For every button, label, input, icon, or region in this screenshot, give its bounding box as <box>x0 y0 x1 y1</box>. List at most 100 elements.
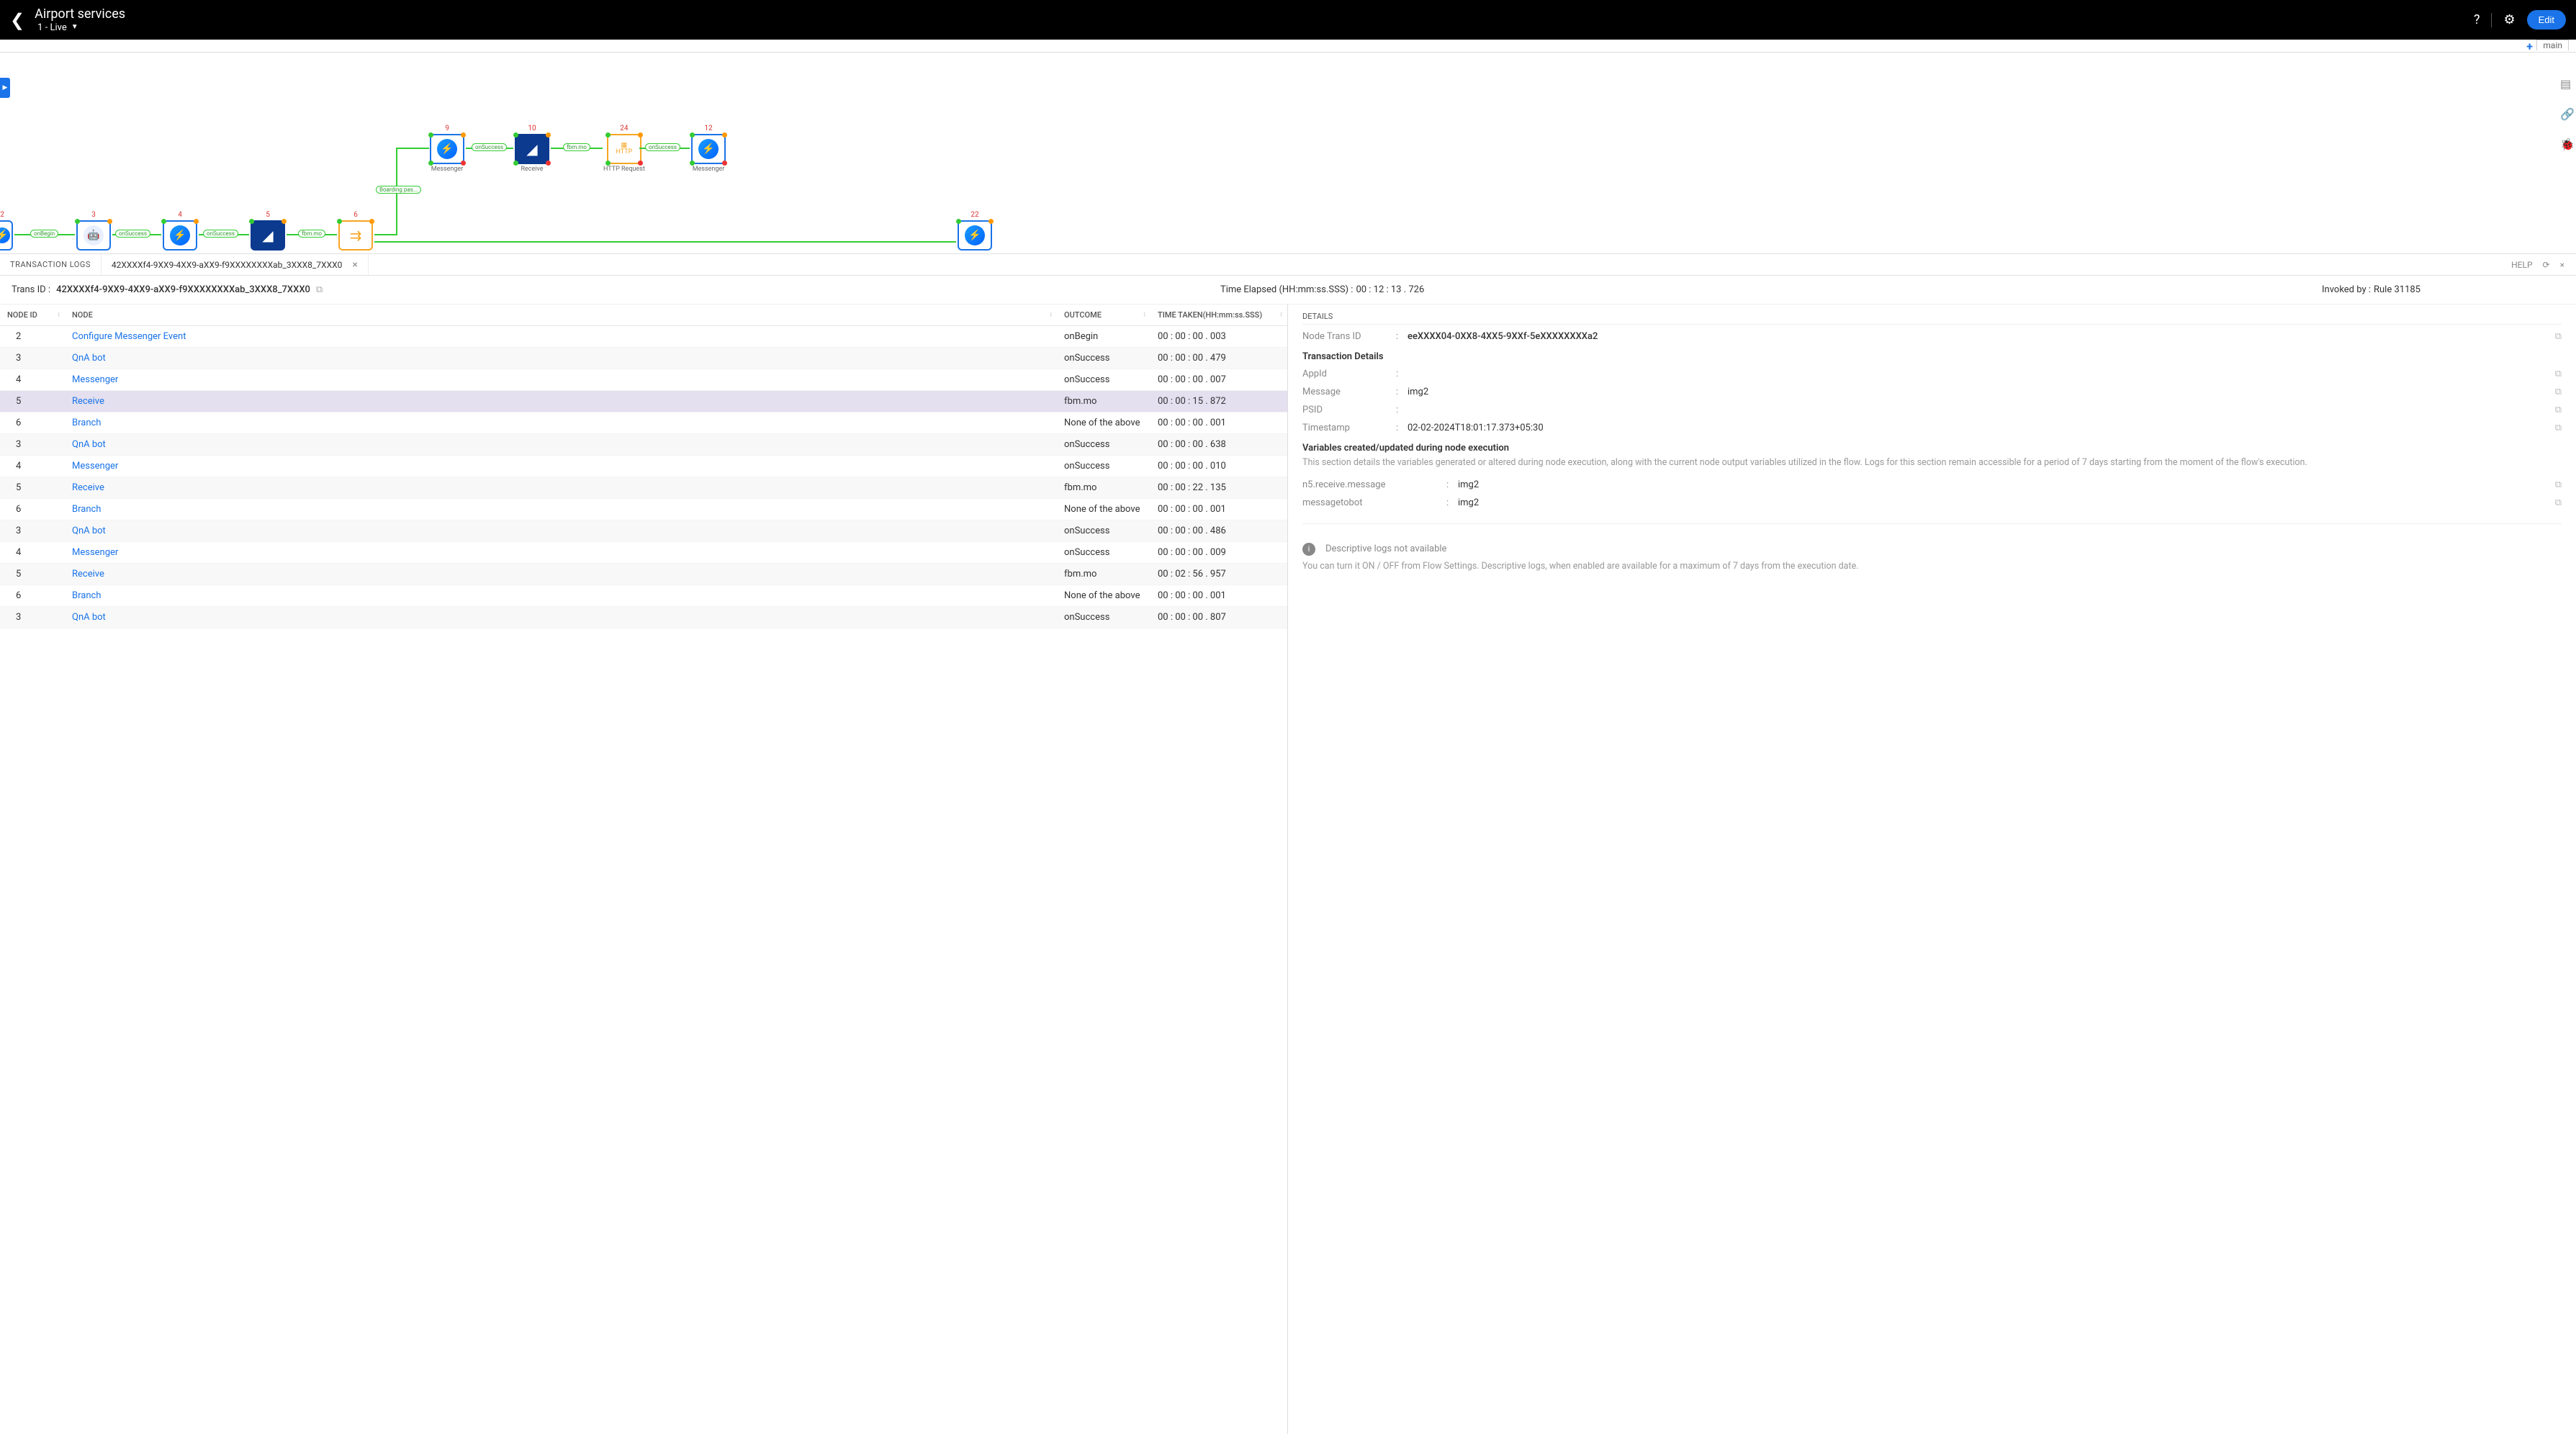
cell-node: Messenger <box>65 369 1057 391</box>
copy-icon[interactable]: ⧉ <box>2555 387 2562 397</box>
table-row[interactable]: 6BranchNone of the above00 : 00 : 00 . 0… <box>0 585 1287 607</box>
cell-outcome: onSuccess <box>1057 348 1150 369</box>
share-icon[interactable]: 🔗 <box>2560 107 2573 120</box>
table-row[interactable]: 5Receivefbm.mo00 : 00 : 22 . 135 <box>0 477 1287 499</box>
node-link[interactable]: Branch <box>72 590 101 601</box>
flow-node-receive-10[interactable]: 10 ◢ Receive <box>515 125 549 173</box>
cell-time: 00 : 00 : 00 . 486 <box>1150 520 1287 542</box>
col-time-taken[interactable]: TIME TAKEN(HH:mm:ss.SSS)↕ <box>1150 305 1287 326</box>
table-row[interactable]: 3QnA botonSuccess00 : 00 : 00 . 486 <box>0 520 1287 542</box>
node-link[interactable]: Configure Messenger Event <box>72 331 186 342</box>
messenger-icon: ⚡ <box>965 225 985 245</box>
conn-label: onSuccess <box>645 143 680 151</box>
app-header: ❮ Airport services 1 - Live ▼ ? ⚙ Edit <box>0 0 2576 40</box>
psid-label: PSID <box>1302 405 1396 415</box>
table-row[interactable]: 6BranchNone of the above00 : 00 : 00 . 0… <box>0 412 1287 434</box>
copy-icon[interactable]: ⧉ <box>2555 331 2562 342</box>
flow-node-bot-3[interactable]: 3 🤖 <box>76 211 111 251</box>
version-dropdown[interactable]: 1 - Live ▼ <box>35 22 125 34</box>
branch-icon: ⇉ <box>350 227 362 244</box>
col-outcome[interactable]: OUTCOME↕ <box>1057 305 1150 326</box>
node-link[interactable]: Receive <box>72 396 104 407</box>
flow-node-messenger-9[interactable]: 9 ⚡ Messenger <box>430 125 464 173</box>
cell-outcome: onSuccess <box>1057 607 1150 628</box>
table-row[interactable]: 4MessengeronSuccess00 : 00 : 00 . 009 <box>0 542 1287 564</box>
table-row[interactable]: 3QnA botonSuccess00 : 00 : 00 . 807 <box>0 607 1287 628</box>
table-row[interactable]: 4MessengeronSuccess00 : 00 : 00 . 010 <box>0 456 1287 477</box>
node-link[interactable]: QnA bot <box>72 526 106 536</box>
tab-transaction-id[interactable]: 42XXXXf4-9XX9-4XX9-aXX9-f9XXXXXXXXab_3XX… <box>102 254 369 275</box>
bot-icon: 🤖 <box>84 225 104 245</box>
node-link[interactable]: QnA bot <box>72 439 106 450</box>
copy-icon[interactable]: ⧉ <box>2555 423 2562 433</box>
copy-icon[interactable]: ⧉ <box>2555 497 2562 508</box>
cell-time: 00 : 00 : 00 . 001 <box>1150 499 1287 520</box>
cell-node-id: 3 <box>0 607 65 628</box>
cell-outcome: fbm.mo <box>1057 477 1150 499</box>
trans-id-label: Trans ID : <box>12 284 50 295</box>
help-link[interactable]: HELP <box>2511 260 2532 270</box>
node-number: 9 <box>445 125 449 132</box>
cell-node: Branch <box>65 412 1057 434</box>
edit-button[interactable]: Edit <box>2527 10 2566 30</box>
col-node[interactable]: NODE↕ <box>65 305 1057 326</box>
flow-node-branch-6[interactable]: 6 ⇉ <box>338 211 373 251</box>
copy-icon[interactable]: ⧉ <box>2555 405 2562 415</box>
tab-transaction-logs[interactable]: TRANSACTION LOGS <box>0 254 102 275</box>
copy-icon[interactable]: ⧉ <box>2555 369 2562 379</box>
refresh-icon[interactable]: ⟳ <box>2543 260 2550 270</box>
cell-node: Receive <box>65 477 1057 499</box>
note-icon[interactable]: ▤ <box>2560 77 2573 90</box>
flow-node-messenger-12[interactable]: 12 ⚡ Messenger <box>691 125 726 173</box>
table-row[interactable]: 3QnA botonSuccess00 : 00 : 00 . 638 <box>0 434 1287 456</box>
canvas-side-toggle[interactable]: ▶ <box>0 78 10 98</box>
copy-icon[interactable]: ⧉ <box>316 284 323 295</box>
trans-id-value: 42XXXXf4-9XX9-4XX9-aXX9-f9XXXXXXXXab_3XX… <box>56 284 310 295</box>
table-row[interactable]: 6BranchNone of the above00 : 00 : 00 . 0… <box>0 499 1287 520</box>
cell-node: QnA bot <box>65 348 1057 369</box>
node-number: 3 <box>91 211 96 219</box>
flow-canvas[interactable]: ▶ ▤ 🔗 🐞 9 ⚡ Messenger 10 ◢ Receive 24 ▦H… <box>0 53 2576 254</box>
node-link[interactable]: Branch <box>72 418 101 428</box>
node-link[interactable]: QnA bot <box>72 612 106 623</box>
flow-node-receive-5[interactable]: 5 ◢ <box>251 211 285 251</box>
conn-label: fbm.mo <box>298 230 325 238</box>
back-icon[interactable]: ❮ <box>10 10 24 30</box>
cell-time: 00 : 00 : 00 . 638 <box>1150 434 1287 456</box>
node-link[interactable]: Messenger <box>72 547 118 558</box>
flow-node-messenger-4[interactable]: 4 ⚡ <box>163 211 197 251</box>
close-icon[interactable]: × <box>352 259 357 271</box>
copy-icon[interactable]: ⧉ <box>2555 479 2562 490</box>
node-link[interactable]: Receive <box>72 482 104 493</box>
cell-node: QnA bot <box>65 520 1057 542</box>
section-title-vars: Variables created/updated during node ex… <box>1302 437 2562 456</box>
log-table-pane: NODE ID↕ NODE↕ OUTCOME↕ TIME TAKEN(HH:mm… <box>0 305 1288 1434</box>
cell-node-id: 5 <box>0 564 65 585</box>
table-row[interactable]: 5Receivefbm.mo00 : 02 : 56 . 957 <box>0 564 1287 585</box>
table-row[interactable]: 4MessengeronSuccess00 : 00 : 00 . 007 <box>0 369 1287 391</box>
separator <box>2491 13 2492 27</box>
cell-time: 00 : 00 : 00 . 007 <box>1150 369 1287 391</box>
tab-main[interactable]: main <box>2536 40 2569 50</box>
messenger-icon: ⚡ <box>437 139 457 159</box>
node-link[interactable]: QnA bot <box>72 353 106 364</box>
bug-icon[interactable]: 🐞 <box>2560 137 2573 150</box>
table-row[interactable]: 2Configure Messenger EventonBegin00 : 00… <box>0 326 1287 348</box>
flow-node-messenger-22[interactable]: 22 ⚡ <box>958 211 992 251</box>
add-tab-icon[interactable]: + <box>2526 40 2533 53</box>
close-panel-icon[interactable]: × <box>2560 260 2564 270</box>
node-number: 6 <box>353 211 358 219</box>
node-link[interactable]: Messenger <box>72 374 118 385</box>
help-icon[interactable]: ? <box>2474 12 2480 27</box>
node-link[interactable]: Receive <box>72 569 104 580</box>
node-link[interactable]: Messenger <box>72 461 118 472</box>
table-row[interactable]: 3QnA botonSuccess00 : 00 : 00 . 479 <box>0 348 1287 369</box>
gear-icon[interactable]: ⚙ <box>2503 12 2515 27</box>
col-node-id[interactable]: NODE ID↕ <box>0 305 65 326</box>
tab-label: 42XXXXf4-9XX9-4XX9-aXX9-f9XXXXXXXXab_3XX… <box>112 260 342 270</box>
conn-label: onBegin <box>30 230 58 238</box>
receive-icon: ◢ <box>262 227 273 244</box>
flow-node-2[interactable]: 2 ⚡ <box>0 211 13 251</box>
table-row[interactable]: 5Receivefbm.mo00 : 00 : 15 . 872 <box>0 391 1287 412</box>
node-link[interactable]: Branch <box>72 504 101 515</box>
